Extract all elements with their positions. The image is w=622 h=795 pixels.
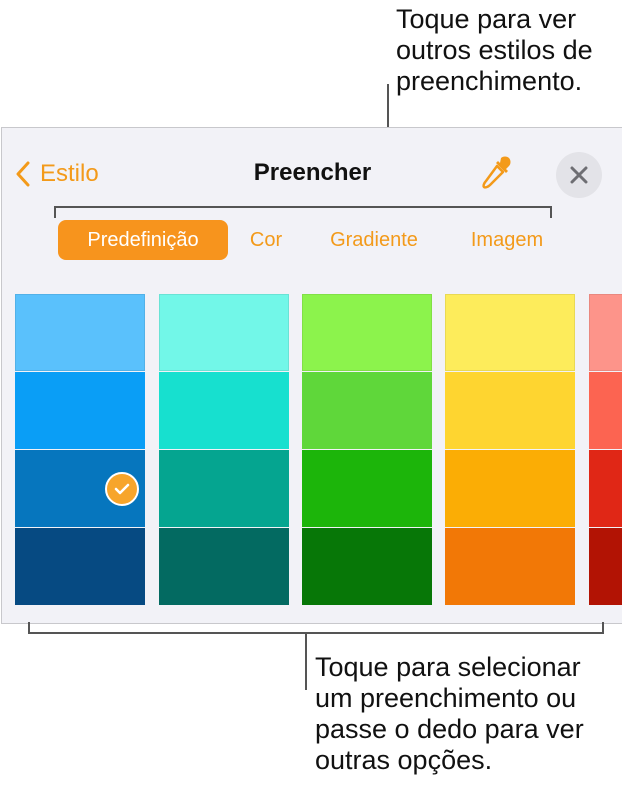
fill-swatch[interactable] xyxy=(589,528,622,605)
tab-imagem[interactable]: Imagem xyxy=(452,220,562,260)
swatch-column xyxy=(15,294,145,605)
fill-swatch[interactable] xyxy=(159,450,289,527)
fill-swatch[interactable] xyxy=(302,294,432,371)
fill-swatch[interactable] xyxy=(302,528,432,605)
fill-swatch[interactable] xyxy=(445,294,575,371)
close-button[interactable] xyxy=(556,152,602,198)
fill-swatch[interactable] xyxy=(15,294,145,371)
fill-swatch[interactable] xyxy=(15,528,145,605)
fill-swatch[interactable] xyxy=(445,528,575,605)
fill-swatch[interactable] xyxy=(302,372,432,449)
fill-swatch[interactable] xyxy=(159,528,289,605)
callout-swatches-text: Toque para selecionar um preenchimento o… xyxy=(315,652,584,775)
callout-tabs-bracket-left xyxy=(54,206,56,218)
tab-cor[interactable]: Cor xyxy=(238,220,294,260)
swatch-column xyxy=(589,294,622,605)
callout-swatches-bracket xyxy=(28,632,604,634)
tab-gradiente[interactable]: Gradiente xyxy=(312,220,436,260)
checkmark-icon xyxy=(105,472,139,506)
fill-swatch[interactable] xyxy=(302,450,432,527)
eyedropper-button[interactable] xyxy=(480,155,512,191)
fill-swatch[interactable] xyxy=(445,372,575,449)
fill-swatch[interactable] xyxy=(589,372,622,449)
fill-panel: Estilo Preencher Predefinição Cor Gradie… xyxy=(1,127,622,624)
callout-tabs-text: Toque para ver outros estilos de preench… xyxy=(396,4,593,96)
fill-swatch[interactable] xyxy=(445,450,575,527)
fill-swatch[interactable] xyxy=(589,450,622,527)
swatch-column xyxy=(302,294,432,605)
callout-tabs-bracket-right xyxy=(550,206,552,218)
eyedropper-icon xyxy=(482,156,511,189)
swatch-column xyxy=(159,294,289,605)
callout-swatches-leader xyxy=(305,632,307,690)
panel-title: Preencher xyxy=(253,159,372,186)
callout-tabs-bracket xyxy=(54,206,552,208)
close-icon xyxy=(570,166,588,184)
fill-swatch[interactable] xyxy=(15,450,145,527)
fill-swatch[interactable] xyxy=(159,294,289,371)
fill-swatch[interactable] xyxy=(589,294,622,371)
tab-predefinicao[interactable]: Predefinição xyxy=(58,220,228,260)
callout-swatches-bracket-left xyxy=(28,622,30,634)
callout-swatches-bracket-right xyxy=(602,622,604,634)
fill-swatch[interactable] xyxy=(159,372,289,449)
swatch-column xyxy=(445,294,575,605)
fill-swatch[interactable] xyxy=(15,372,145,449)
fill-type-tabs: Predefinição Cor Gradiente Imagem xyxy=(2,220,622,260)
